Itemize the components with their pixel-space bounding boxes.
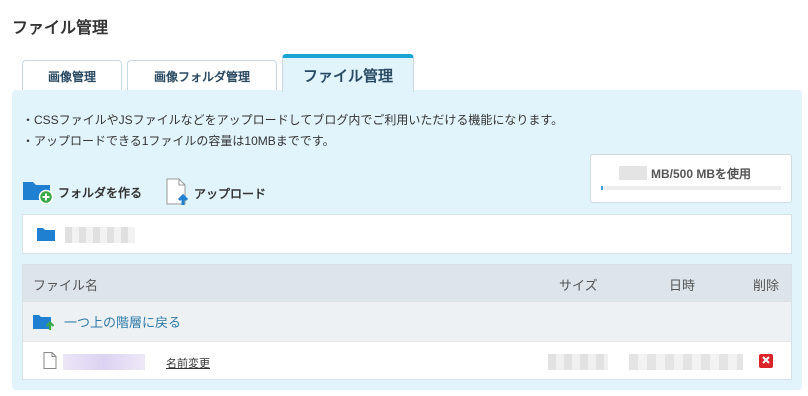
header-size: サイズ — [559, 278, 598, 293]
parent-directory-row[interactable]: 一つ上の階層に戻る — [23, 301, 791, 341]
table-row: 名前変更 — [23, 341, 791, 379]
rename-link[interactable]: 名前変更 — [166, 355, 210, 371]
note-line: ・アップロードできる1ファイルの容量は10MBまでです。 — [22, 134, 335, 148]
file-table: ファイル名 サイズ 日時 削除 一つ上の階層に戻る 名前変更 — [22, 264, 792, 380]
upload-button[interactable]: アップロード — [164, 178, 266, 209]
create-folder-button[interactable]: フォルダを作る — [22, 178, 142, 207]
delete-icon — [761, 352, 771, 370]
note-line: ・CSSファイルやJSファイルなどをアップロードしてブログ内でご利用いただける機… — [22, 113, 564, 127]
tab-file-management[interactable]: ファイル管理 — [282, 54, 414, 92]
usage-progress-fill — [601, 186, 603, 190]
usage-label: MB/500 MBを使用 — [651, 167, 752, 181]
tab-image-folder-management[interactable]: 画像フォルダ管理 — [127, 60, 277, 92]
header-file-name: ファイル名 — [33, 278, 99, 293]
delete-button[interactable] — [759, 354, 773, 368]
upload-label: アップロード — [194, 187, 267, 201]
folder-up-icon — [33, 314, 55, 330]
current-path-text — [65, 227, 135, 243]
header-date: 日時 — [669, 278, 696, 293]
file-upload-icon — [164, 178, 190, 209]
page-title: ファイル管理 — [12, 20, 109, 37]
storage-usage-box: MB/500 MBを使用 — [590, 154, 792, 203]
tab-image-management[interactable]: 画像管理 — [22, 60, 122, 92]
file-size — [548, 354, 608, 370]
file-date — [629, 354, 743, 370]
notes: ・CSSファイルやJSファイルなどをアップロードしてブログ内でご利用いただける機… — [22, 110, 563, 152]
current-path-bar — [22, 214, 792, 254]
header-delete: 削除 — [753, 278, 780, 293]
create-folder-label: フォルダを作る — [58, 186, 143, 200]
file-management-panel: ・CSSファイルやJSファイルなどをアップロードしてブログ内でご利用いただける機… — [12, 90, 802, 390]
file-name[interactable] — [63, 354, 145, 370]
table-header: ファイル名 サイズ 日時 削除 — [23, 265, 791, 301]
folder-plus-icon — [22, 178, 54, 207]
parent-directory-label: 一つ上の階層に戻る — [64, 315, 182, 330]
folder-icon — [37, 227, 55, 246]
usage-amount — [619, 166, 647, 180]
file-icon — [43, 352, 57, 374]
usage-progress-bar — [601, 186, 781, 190]
